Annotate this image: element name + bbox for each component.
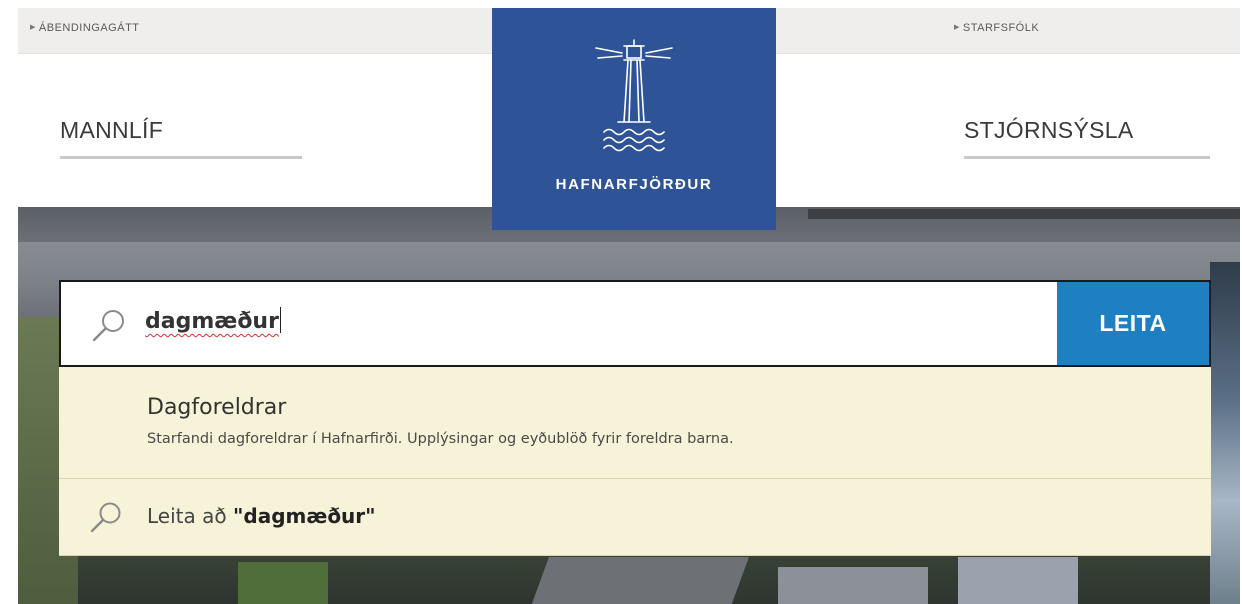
suggestion-description: Starfandi dagforeldrar í Hafnarfirði. Up… bbox=[147, 431, 734, 447]
suggestion-item[interactable]: Dagforeldrar Starfandi dagforeldrar í Ha… bbox=[59, 367, 1211, 479]
nav-mannlif[interactable]: MANNLÍF bbox=[60, 117, 163, 144]
hero-roof bbox=[238, 562, 328, 604]
search-for-label: Leita að "dagmæður" bbox=[147, 504, 376, 528]
hero-roof bbox=[527, 557, 749, 604]
search-button[interactable]: LEITA bbox=[1057, 282, 1209, 365]
site-logo[interactable]: HAFNARFJÖRÐUR bbox=[492, 8, 776, 230]
search-box: dagmæður LEITA bbox=[59, 280, 1211, 367]
search-input[interactable]: dagmæður bbox=[145, 307, 281, 334]
starfsfolk-label: STARFSFÓLK bbox=[962, 22, 1040, 34]
abendingagatt-label: ÁBENDINGAGÁTT bbox=[38, 22, 140, 34]
search-icon bbox=[92, 310, 124, 342]
nav-stjornsysla-underline bbox=[964, 156, 1210, 159]
nav-mannlif-underline bbox=[60, 156, 302, 159]
hero-roof bbox=[778, 567, 928, 604]
search-for-prefix: Leita að bbox=[147, 504, 233, 528]
starfsfolk-link[interactable]: ▶ STARFSFÓLK bbox=[954, 22, 1039, 34]
triangle-right-icon: ▶ bbox=[30, 24, 36, 31]
search-input-value: dagmæður bbox=[145, 309, 279, 334]
lighthouse-icon bbox=[595, 39, 673, 152]
autocomplete-dropdown: Dagforeldrar Starfandi dagforeldrar í Ha… bbox=[59, 367, 1211, 556]
abendingagatt-link[interactable]: ▶ ÁBENDINGAGÁTT bbox=[30, 22, 140, 34]
hero-building bbox=[1210, 262, 1240, 604]
search-for-item[interactable]: Leita að "dagmæður" bbox=[59, 479, 1211, 555]
search-for-query: "dagmæður" bbox=[232, 504, 376, 528]
suggestion-title: Dagforeldrar bbox=[147, 395, 287, 420]
hero-pier bbox=[808, 209, 1240, 219]
hero-roof bbox=[958, 557, 1078, 604]
logo-text: HAFNARFJÖRÐUR bbox=[555, 176, 713, 193]
nav-stjornsysla[interactable]: STJÓRNSÝSLA bbox=[964, 117, 1133, 144]
search-icon bbox=[90, 502, 121, 533]
triangle-right-icon: ▶ bbox=[954, 24, 960, 31]
text-caret bbox=[279, 307, 281, 333]
